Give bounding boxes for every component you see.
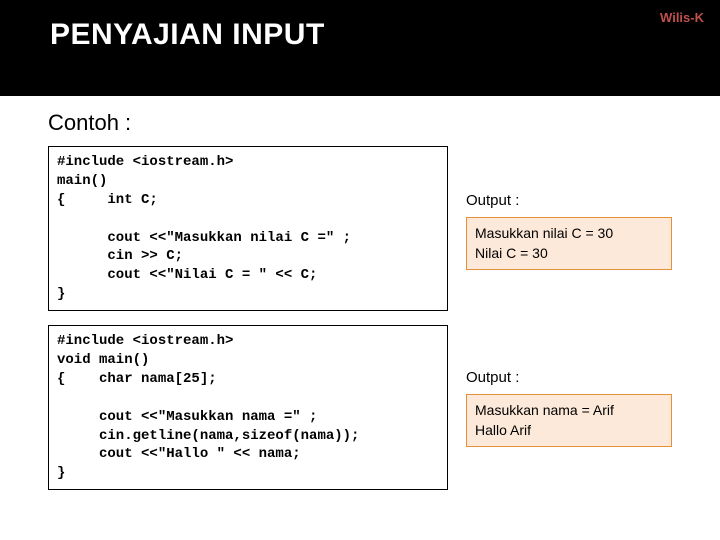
author-label: Wilis-K [660, 10, 704, 25]
output-box-1: Masukkan nilai C = 30 Nilai C = 30 [466, 217, 672, 270]
output-col-2: Output : Masukkan nama = Arif Hallo Arif [466, 325, 672, 447]
contoh-heading: Contoh : [48, 110, 672, 136]
output-box-2: Masukkan nama = Arif Hallo Arif [466, 394, 672, 447]
code-block-1: #include <iostream.h> main() { int C; co… [48, 146, 448, 311]
output-label-1: Output : [466, 192, 672, 209]
header: PENYAJIAN INPUT Wilis-K [0, 0, 720, 96]
example-row-2: #include <iostream.h> void main() { char… [48, 325, 672, 490]
example-row-1: #include <iostream.h> main() { int C; co… [48, 146, 672, 311]
slide-title: PENYAJIAN INPUT [50, 18, 720, 52]
code-block-2: #include <iostream.h> void main() { char… [48, 325, 448, 490]
output-col-1: Output : Masukkan nilai C = 30 Nilai C =… [466, 146, 672, 270]
content: Contoh : #include <iostream.h> main() { … [0, 96, 720, 490]
output-label-2: Output : [466, 369, 672, 386]
